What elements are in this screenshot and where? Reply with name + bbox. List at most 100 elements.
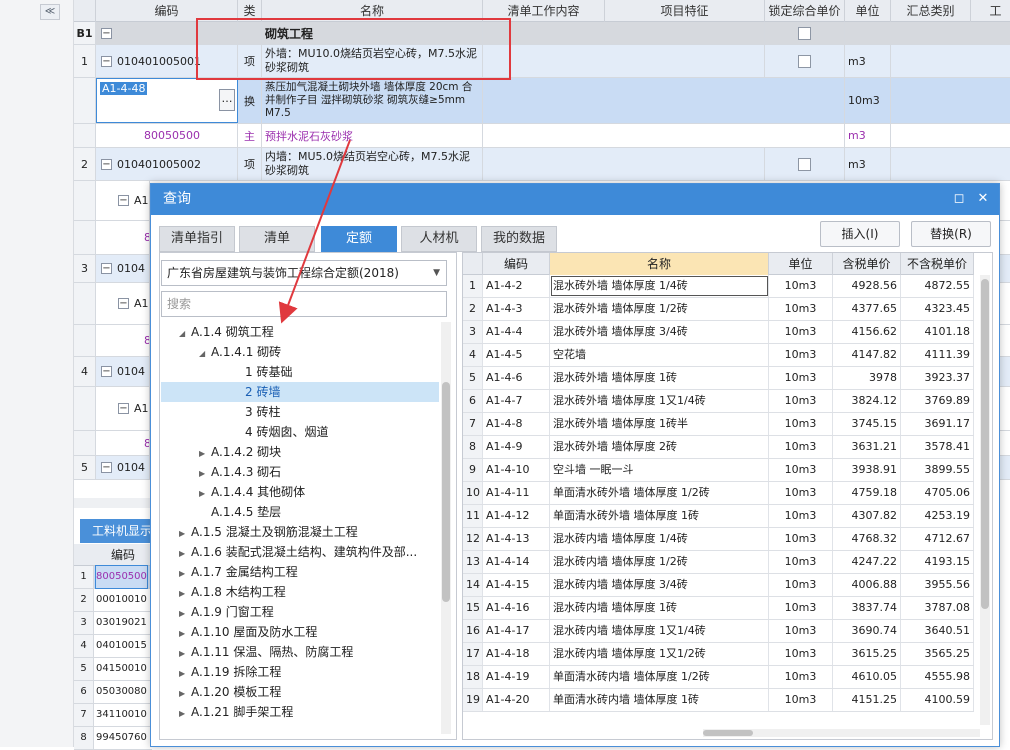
code-cell[interactable]: A1-4-6 bbox=[483, 367, 550, 389]
name-cell[interactable]: 混水砖内墙 墙体厚度 1/4砖 bbox=[550, 528, 769, 550]
code-cell[interactable]: −0104 bbox=[96, 357, 150, 386]
expand-triangle-icon[interactable]: ▶ bbox=[179, 564, 191, 584]
close-icon[interactable]: ✕ bbox=[975, 191, 991, 207]
name-cell[interactable]: 混水砖外墙 墙体厚度 3/4砖 bbox=[550, 321, 769, 343]
price-notax-cell[interactable]: 3640.51 bbox=[901, 620, 974, 642]
quota-row[interactable]: 15 A1-4-16 混水砖内墙 墙体厚度 1砖 10m3 3837.74 3787.08 bbox=[463, 597, 974, 620]
header-unit[interactable]: 单位 bbox=[769, 253, 833, 275]
tab-quota[interactable]: 定额 bbox=[321, 226, 397, 252]
name-cell[interactable]: 混水砖外墙 墙体厚度 1/2砖 bbox=[550, 298, 769, 320]
collapse-icon[interactable]: − bbox=[101, 263, 112, 274]
replace-button[interactable]: 替换(R) bbox=[911, 221, 991, 247]
code-cell[interactable]: 8 bbox=[96, 431, 150, 455]
name-cell[interactable]: 混水砖外墙 墙体厚度 1又1/4砖 bbox=[550, 390, 769, 412]
collapse-icon[interactable]: − bbox=[118, 403, 129, 414]
header-unit[interactable]: 单位 bbox=[845, 0, 891, 22]
unit-cell[interactable]: 10m3 bbox=[769, 666, 833, 688]
price-notax-cell[interactable]: 4872.55 bbox=[901, 275, 974, 297]
dialog-title-bar[interactable]: 查询 bbox=[151, 184, 999, 215]
code-cell[interactable]: A1-4-13 bbox=[483, 528, 550, 550]
unit-cell[interactable]: 10m3 bbox=[769, 551, 833, 573]
quota-row[interactable]: 17 A1-4-18 混水砖内墙 墙体厚度 1又1/2砖 10m3 3615.25 356… bbox=[463, 643, 974, 666]
quota-row[interactable]: 3 A1-4-4 混水砖外墙 墙体厚度 3/4砖 10m3 4156.62 4101.18 bbox=[463, 321, 974, 344]
price-tax-cell[interactable]: 4377.65 bbox=[833, 298, 901, 320]
list-scrollbar[interactable] bbox=[980, 275, 990, 725]
name-cell[interactable]: 单面清水砖外墙 墙体厚度 1砖 bbox=[550, 505, 769, 527]
price-notax-cell[interactable]: 3691.17 bbox=[901, 413, 974, 435]
collapse-triangle-icon[interactable]: ◢ bbox=[179, 324, 191, 344]
expand-triangle-icon[interactable]: ▶ bbox=[199, 464, 211, 484]
collapse-icon[interactable]: − bbox=[118, 195, 129, 206]
code-cell[interactable]: A1-4-10 bbox=[483, 459, 550, 481]
code-cell[interactable]: A1-4-17 bbox=[483, 620, 550, 642]
expand-triangle-icon[interactable]: ▶ bbox=[199, 444, 211, 464]
quota-row[interactable]: 13 A1-4-14 混水砖内墙 墙体厚度 1/2砖 10m3 4247.22 4193.… bbox=[463, 551, 974, 574]
tree-node[interactable]: 3 砖柱 bbox=[161, 402, 439, 422]
name-cell[interactable]: 混水砖内墙 墙体厚度 1又1/4砖 bbox=[550, 620, 769, 642]
table-row[interactable]: 80050500 主 预拌水泥石灰砂浆 m3 bbox=[74, 124, 1010, 148]
header-name[interactable]: 名称 bbox=[550, 253, 769, 275]
price-notax-cell[interactable]: 4253.19 bbox=[901, 505, 974, 527]
collapse-icon[interactable]: − bbox=[101, 462, 112, 473]
code-cell[interactable]: A1-4-15 bbox=[483, 574, 550, 596]
name-cell[interactable]: 空花墙 bbox=[550, 344, 769, 366]
code-cell[interactable]: A1-4-20 bbox=[483, 689, 550, 711]
quota-row[interactable]: 9 A1-4-10 空斗墙 一眠一斗 10m3 3938.91 3899.55 bbox=[463, 459, 974, 482]
price-notax-cell[interactable]: 3923.37 bbox=[901, 367, 974, 389]
insert-button[interactable]: 插入(I) bbox=[820, 221, 900, 247]
code-cell[interactable]: 8 bbox=[96, 221, 150, 254]
list-scroll-thumb[interactable] bbox=[981, 279, 989, 609]
code-cell[interactable]: A1-4-3 bbox=[483, 298, 550, 320]
price-tax-cell[interactable]: 3631.21 bbox=[833, 436, 901, 458]
price-notax-cell[interactable]: 3899.55 bbox=[901, 459, 974, 481]
material-row[interactable]: 4 04010015 bbox=[74, 635, 152, 658]
name-cell[interactable]: 混水砖内墙 墙体厚度 1又1/2砖 bbox=[550, 643, 769, 665]
unit-cell[interactable]: 10m3 bbox=[769, 344, 833, 366]
price-tax-cell[interactable]: 4006.88 bbox=[833, 574, 901, 596]
name-cell[interactable]: 混水砖内墙 墙体厚度 1砖 bbox=[550, 597, 769, 619]
price-notax-cell[interactable]: 4193.15 bbox=[901, 551, 974, 573]
code-cell[interactable]: A1-4-12 bbox=[483, 505, 550, 527]
expand-triangle-icon[interactable]: ▶ bbox=[179, 624, 191, 644]
tree-node[interactable]: ▶ A.1.20 模板工程 bbox=[161, 682, 439, 702]
material-row[interactable]: 1 80050500 bbox=[74, 565, 152, 589]
expand-triangle-icon[interactable]: ▶ bbox=[179, 584, 191, 604]
price-tax-cell[interactable]: 3837.74 bbox=[833, 597, 901, 619]
table-row[interactable]: A1-4-48 … 换 蒸压加气混凝土砌块外墙 墙体厚度 20cm 合并制作子目… bbox=[74, 78, 1010, 124]
price-tax-cell[interactable]: 4759.18 bbox=[833, 482, 901, 504]
header-price-tax[interactable]: 含税单价 bbox=[833, 253, 901, 275]
tree-node[interactable]: ▶ A.1.21 脚手架工程 bbox=[161, 702, 439, 722]
unit-cell[interactable]: 10m3 bbox=[769, 459, 833, 481]
name-cell[interactable]: 内墙：MU5.0烧结页岩空心砖，M7.5水泥砂浆砌筑 bbox=[262, 148, 483, 180]
collapse-icon[interactable]: − bbox=[101, 27, 112, 39]
price-notax-cell[interactable]: 4323.45 bbox=[901, 298, 974, 320]
tree-node[interactable]: ▶ A.1.4.3 砌石 bbox=[161, 462, 439, 482]
expand-triangle-icon[interactable]: ▶ bbox=[179, 684, 191, 704]
list-hscrollbar[interactable] bbox=[703, 729, 980, 737]
lock-checkbox[interactable] bbox=[798, 157, 811, 171]
name-cell[interactable]: 混水砖外墙 墙体厚度 2砖 bbox=[550, 436, 769, 458]
expand-triangle-icon[interactable]: ▶ bbox=[179, 604, 191, 624]
name-cell[interactable]: 混水砖内墙 墙体厚度 3/4砖 bbox=[550, 574, 769, 596]
tree-node[interactable]: 4 砖烟囱、烟道 bbox=[161, 422, 439, 442]
lock-cell[interactable] bbox=[765, 45, 845, 77]
unit-cell[interactable]: 10m3 bbox=[769, 436, 833, 458]
price-notax-cell[interactable]: 3787.08 bbox=[901, 597, 974, 619]
type-cell[interactable]: 项 bbox=[238, 148, 262, 180]
code-cell[interactable]: −0104 bbox=[96, 456, 150, 479]
material-row[interactable]: 6 05030080 bbox=[74, 681, 152, 704]
quota-row[interactable]: 19 A1-4-20 单面清水砖内墙 墙体厚度 1砖 10m3 4151.25 4100.… bbox=[463, 689, 974, 712]
tree-node[interactable]: ◢ A.1.4 砌筑工程 bbox=[161, 322, 439, 342]
header-more[interactable]: 工 bbox=[971, 0, 1010, 22]
quota-row[interactable]: 2 A1-4-3 混水砖外墙 墙体厚度 1/2砖 10m3 4377.65 4323.45 bbox=[463, 298, 974, 321]
maximize-icon[interactable]: ◻ bbox=[951, 191, 967, 207]
list-hscroll-thumb[interactable] bbox=[703, 730, 753, 736]
lock-cell[interactable] bbox=[765, 22, 845, 44]
unit-cell[interactable]: 10m3 bbox=[769, 413, 833, 435]
header-lock-price[interactable]: 锁定综合单价 bbox=[765, 0, 845, 22]
tree-node[interactable]: 2 砖墙 bbox=[161, 382, 439, 402]
price-notax-cell[interactable]: 3578.41 bbox=[901, 436, 974, 458]
unit-cell[interactable]: 10m3 bbox=[769, 321, 833, 343]
price-notax-cell[interactable]: 4111.39 bbox=[901, 344, 974, 366]
price-notax-cell[interactable]: 4555.98 bbox=[901, 666, 974, 688]
